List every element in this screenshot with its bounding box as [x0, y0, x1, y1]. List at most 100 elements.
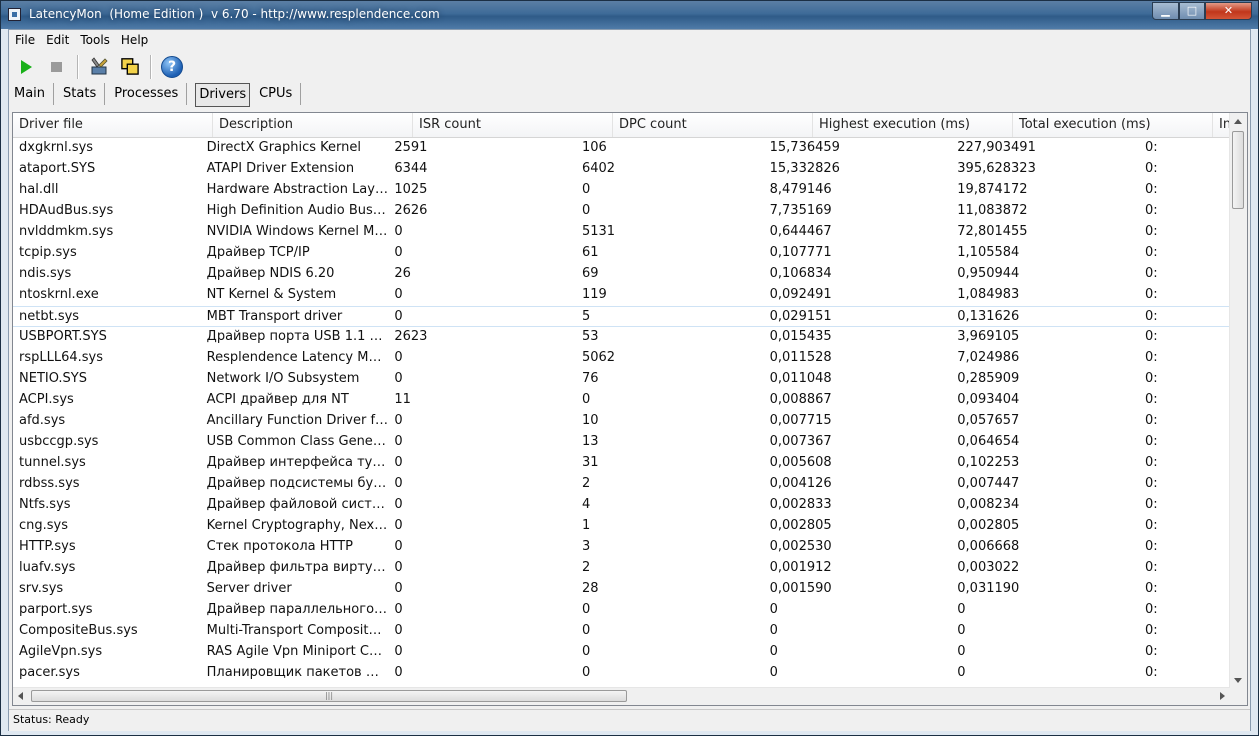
help-button[interactable]: ? — [158, 53, 186, 81]
cell-description: Multi-Transport Composite B... — [206, 623, 389, 638]
tab-processes[interactable]: Processes — [109, 83, 188, 105]
cell-dpc-count: 76 — [581, 371, 599, 386]
table-row[interactable]: srv.sys Server driver 0 28 0,001590 0,031190 0… — [13, 579, 1233, 600]
tab-main[interactable]: Main — [9, 83, 55, 105]
cell-description: MBT Transport driver — [206, 309, 343, 324]
table-row[interactable]: ACPI.sys ACPI драйвер для NT 11 0 0,008867 0,… — [13, 390, 1233, 411]
vertical-scroll-thumb[interactable] — [1232, 131, 1244, 209]
drivers-list[interactable]: Driver file Description ISR count DPC co… — [12, 112, 1248, 706]
table-row[interactable]: AgileVpn.sys RAS Agile Vpn Miniport Call … — [13, 642, 1233, 663]
cell-total-execution: 11,083872 — [957, 203, 1028, 218]
column-description[interactable]: Description — [213, 113, 413, 137]
table-row[interactable]: tunnel.sys Драйвер интерфейса тунн... 0 31 0… — [13, 453, 1233, 474]
table-row[interactable]: tcpip.sys Драйвер TCP/IP 0 61 0,107771 1,1055… — [13, 243, 1233, 264]
cell-dpc-count: 61 — [581, 245, 599, 260]
table-row[interactable]: ataport.SYS ATAPI Driver Extension 6344 640… — [13, 159, 1233, 180]
cell-highest-execution: 0,007367 — [769, 434, 832, 449]
table-row[interactable]: CompositeBus.sys Multi-Transport Composit… — [13, 621, 1233, 642]
cell-isr-count: 0 — [394, 371, 403, 386]
title-bar[interactable]: LatencyMon (Home Edition ) v 6.70 - http… — [1, 1, 1258, 29]
table-row[interactable]: ndis.sys Драйвер NDIS 6.20 26 69 0,106834 0,9… — [13, 264, 1233, 285]
tools-button[interactable] — [85, 53, 113, 81]
stop-button[interactable] — [43, 53, 71, 81]
minimize-button[interactable]: ▁ — [1152, 2, 1179, 20]
column-isr-count[interactable]: ISR count — [413, 113, 613, 137]
list-header: Driver file Description ISR count DPC co… — [13, 113, 1247, 138]
close-button[interactable]: ✕ — [1205, 2, 1252, 20]
column-dpc-count[interactable]: DPC count — [613, 113, 813, 137]
table-row[interactable]: USBPORT.SYS Драйвер порта USB 1.1 и ... 26… — [13, 327, 1233, 348]
menu-file[interactable]: File — [9, 30, 40, 50]
cell-truncated: 0: — [1144, 455, 1158, 470]
cell-total-execution: 0,102253 — [957, 455, 1020, 470]
table-row[interactable]: cng.sys Kernel Cryptography, Next ... 0 1 0,… — [13, 516, 1233, 537]
cell-truncated: 0: — [1144, 287, 1158, 302]
cell-highest-execution: 0,029151 — [769, 309, 832, 324]
table-row[interactable]: ntoskrnl.exe NT Kernel & System 0 119 0,0924… — [13, 285, 1233, 306]
cell-truncated: 0: — [1144, 413, 1158, 428]
cell-driver-file: ntoskrnl.exe — [19, 287, 99, 302]
table-row[interactable]: HDAudBus.sys High Definition Audio Bus Dr… — [13, 201, 1233, 222]
cell-description: USB Common Class Generic ... — [206, 434, 389, 449]
cell-truncated: 0: — [1144, 497, 1158, 512]
tab-cpus[interactable]: CPUs — [254, 83, 302, 105]
table-row[interactable]: NETIO.SYS Network I/O Subsystem 0 76 0,01104… — [13, 369, 1233, 390]
cell-highest-execution: 15,736459 — [769, 140, 840, 155]
cell-truncated: 0: — [1144, 434, 1158, 449]
cell-description: Стек протокола HTTP — [206, 539, 354, 554]
table-row[interactable]: nvlddmkm.sys NVIDIA Windows Kernel Mod...… — [13, 222, 1233, 243]
tab-drivers[interactable]: Drivers — [195, 83, 251, 107]
cell-driver-file: cng.sys — [19, 518, 69, 533]
scroll-left-icon[interactable] — [18, 692, 23, 700]
table-row[interactable]: Ntfs.sys Драйвер файловой систем... 0 4 0,00… — [13, 495, 1233, 516]
scroll-down-icon[interactable] — [1234, 678, 1242, 683]
cell-driver-file: AgileVpn.sys — [19, 644, 103, 659]
cell-dpc-count: 0 — [581, 392, 591, 407]
windows-button[interactable] — [116, 53, 144, 81]
tab-stats[interactable]: Stats — [58, 83, 106, 105]
cell-truncated: 0: — [1144, 245, 1158, 260]
horizontal-scrollbar[interactable]: ||| — [13, 687, 1230, 705]
cell-dpc-count: 0 — [581, 623, 591, 638]
vertical-scrollbar[interactable] — [1229, 113, 1247, 689]
start-button[interactable] — [12, 53, 40, 81]
maximize-button[interactable]: □ — [1179, 2, 1205, 20]
table-row[interactable]: dxgkrnl.sys DirectX Graphics Kernel 2591 10… — [13, 138, 1233, 159]
cell-highest-execution: 0,008867 — [769, 392, 832, 407]
scrollbar-corner — [1230, 688, 1247, 705]
cell-highest-execution: 0 — [769, 644, 778, 659]
table-row[interactable]: rdbss.sys Драйвер подсистемы буф... 0 2 0,00… — [13, 474, 1233, 495]
table-row[interactable]: HTTP.sys Стек протокола HTTP 0 3 0,002530 0,0… — [13, 537, 1233, 558]
cell-highest-execution: 8,479146 — [769, 182, 832, 197]
cell-highest-execution: 0 — [769, 623, 778, 638]
table-row[interactable]: pacer.sys Планировщик пакетов QoS 0 0 0 0 0: — [13, 663, 1233, 684]
cell-driver-file: nvlddmkm.sys — [19, 224, 114, 239]
cell-dpc-count: 0 — [581, 602, 591, 617]
column-highest-execution[interactable]: Highest execution (ms) — [813, 113, 1013, 137]
cell-driver-file: srv.sys — [19, 581, 64, 596]
cell-description: Драйвер TCP/IP — [206, 245, 310, 260]
cell-isr-count: 6344 — [394, 161, 428, 176]
app-icon[interactable] — [8, 8, 21, 21]
table-row[interactable]: luafv.sys Драйвер фильтра виртуал... 0 2 0,0… — [13, 558, 1233, 579]
scroll-up-icon[interactable] — [1234, 119, 1242, 124]
cell-driver-file: HTTP.sys — [19, 539, 76, 554]
column-driver-file[interactable]: Driver file — [13, 113, 213, 137]
menu-tools[interactable]: Tools — [74, 30, 115, 50]
cell-driver-file: usbccgp.sys — [19, 434, 99, 449]
menu-help[interactable]: Help — [115, 30, 153, 50]
cell-driver-file: tunnel.sys — [19, 455, 86, 470]
menu-edit[interactable]: Edit — [40, 30, 74, 50]
cell-description: DirectX Graphics Kernel — [206, 140, 361, 155]
horizontal-scroll-thumb[interactable]: ||| — [31, 690, 627, 702]
table-row[interactable]: usbccgp.sys USB Common Class Generic ... 0… — [13, 432, 1233, 453]
column-total-execution[interactable]: Total execution (ms) — [1013, 113, 1213, 137]
table-row[interactable]: netbt.sys MBT Transport driver 0 5 0,029151 0… — [13, 306, 1233, 327]
cell-description: Драйвер порта USB 1.1 и ... — [206, 329, 389, 344]
scroll-right-icon[interactable] — [1220, 692, 1225, 700]
table-row[interactable]: afd.sys Ancillary Function Driver for ...… — [13, 411, 1233, 432]
table-row[interactable]: hal.dll Hardware Abstraction Layer ... 102… — [13, 180, 1233, 201]
stop-icon — [51, 62, 62, 72]
table-row[interactable]: rspLLL64.sys Resplendence Latency Monit..… — [13, 348, 1233, 369]
table-row[interactable]: parport.sys Драйвер параллельного п... 0 0 0… — [13, 600, 1233, 621]
